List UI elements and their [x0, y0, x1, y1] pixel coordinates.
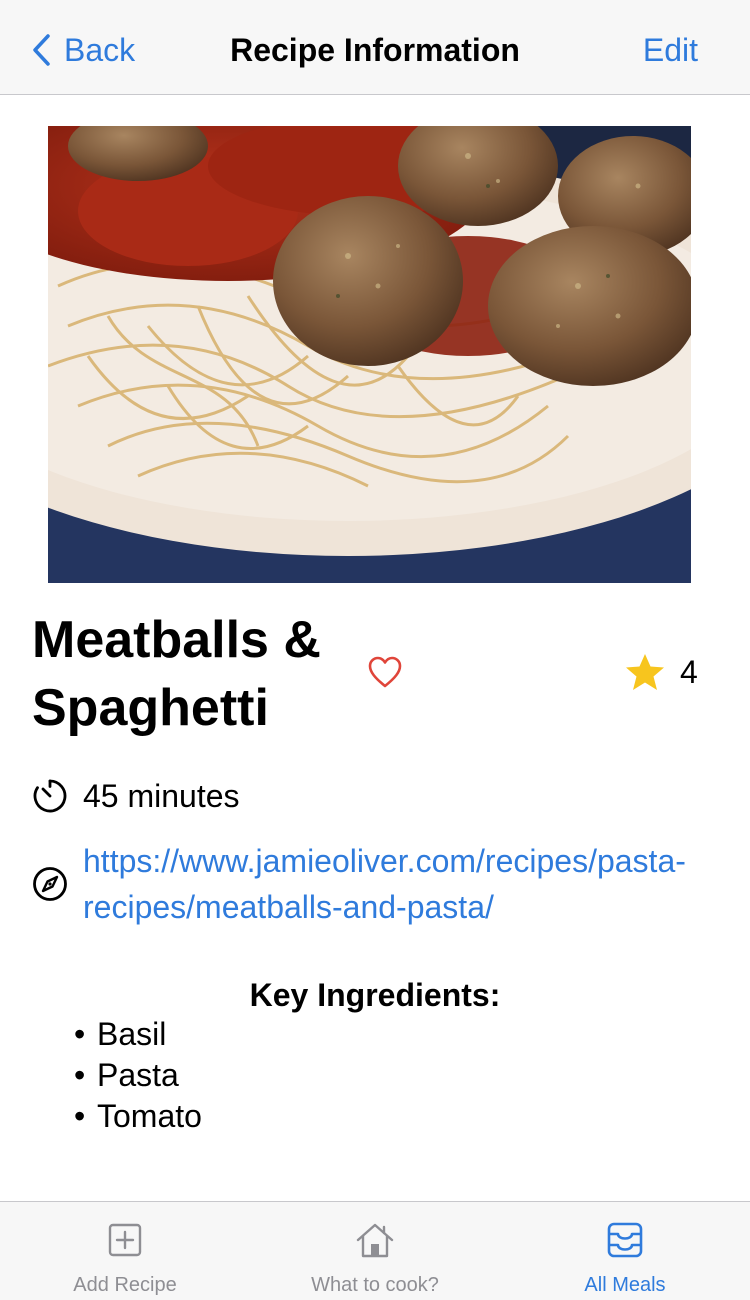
recipe-title: Meatballs & Spaghetti: [32, 611, 321, 737]
timer-icon: [33, 779, 67, 813]
navigation-bar: Back Recipe Information Edit: [0, 0, 750, 95]
plus-square-icon: [108, 1223, 142, 1257]
tab-bar: Add Recipe What to cook? All Meals: [0, 1201, 750, 1300]
star-filled-icon: [626, 654, 664, 690]
list-item: • Tomato: [74, 1098, 202, 1134]
tab-what-to-cook[interactable]: What to cook?: [250, 1202, 500, 1300]
house-icon: [356, 1223, 394, 1258]
edit-button[interactable]: Edit: [643, 30, 698, 70]
tray-icon: [607, 1222, 643, 1258]
tab-label: Add Recipe: [73, 1274, 177, 1296]
ingredients-heading: Key Ingredients:: [249, 977, 501, 1013]
tab-label: What to cook?: [311, 1274, 439, 1296]
tab-label: All Meals: [584, 1274, 666, 1296]
rating-value: 4: [680, 654, 698, 690]
heart-outline-icon[interactable]: [367, 655, 403, 689]
cook-time-row: 45 minutes: [32, 776, 240, 816]
recipe-url-link[interactable]: https://www.jamieoliver.com/recipes/past…: [83, 838, 686, 930]
chevron-left-icon: [33, 34, 50, 66]
ingredients-list: • Basil • Pasta • Tomato: [74, 1014, 202, 1137]
cook-time: 45 minutes: [83, 777, 240, 814]
tab-all-meals[interactable]: All Meals: [500, 1202, 750, 1300]
compass-icon: [33, 867, 67, 901]
list-item: • Pasta: [74, 1057, 179, 1093]
list-item: • Basil: [74, 1016, 167, 1052]
back-label: Back: [64, 31, 136, 68]
back-button[interactable]: Back: [30, 30, 135, 70]
recipe-photo: [48, 126, 691, 583]
tab-add-recipe[interactable]: Add Recipe: [0, 1202, 250, 1300]
